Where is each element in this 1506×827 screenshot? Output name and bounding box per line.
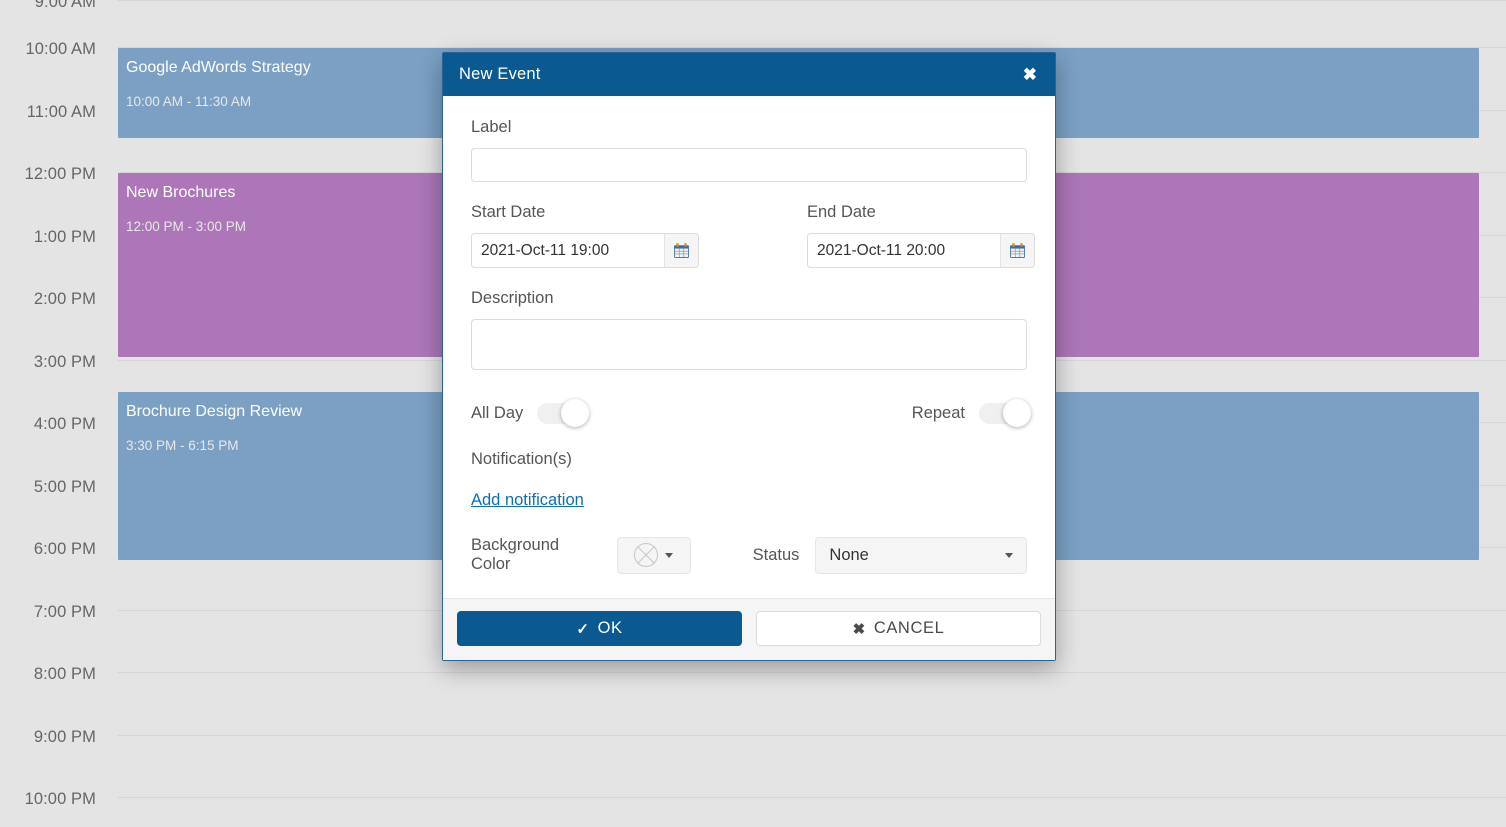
- ok-button-label: OK: [597, 619, 623, 637]
- dialog-header: New Event ✖: [443, 53, 1055, 96]
- check-icon: ✓: [576, 620, 590, 638]
- dialog-title: New Event: [459, 65, 541, 83]
- end-date-input[interactable]: [808, 234, 1000, 267]
- notifications-caption: Notification(s): [471, 450, 572, 468]
- status-select[interactable]: None: [815, 536, 1027, 574]
- description-input[interactable]: [471, 319, 1027, 370]
- chevron-down-icon: [665, 552, 674, 558]
- description-caption: Description: [471, 289, 554, 307]
- cancel-button-label: CANCEL: [873, 619, 945, 637]
- chevron-down-icon: [1005, 552, 1013, 558]
- calendar-icon[interactable]: [1000, 234, 1034, 267]
- background-color-caption: Background Color: [471, 536, 560, 573]
- start-date-group: Start Date: [471, 203, 749, 268]
- all-day-toggle[interactable]: [537, 399, 590, 427]
- repeat-caption: Repeat: [911, 403, 965, 422]
- no-color-icon: [634, 543, 659, 567]
- end-date-caption: End Date: [807, 203, 876, 221]
- dialog-body: Label Start Date 2021-Oct-11 19:00 End D…: [443, 96, 1055, 598]
- toggles-row: All Day Repeat: [471, 399, 1031, 427]
- close-icon: ✖: [852, 620, 866, 638]
- start-date-caption: Start Date: [471, 203, 546, 221]
- date-row: Start Date 2021-Oct-11 19:00 End Date 20…: [471, 203, 1035, 268]
- status-caption: Status: [752, 545, 800, 564]
- end-date-box: [807, 233, 1035, 268]
- modal-overlay: New Event ✖ Label Start Date 2021-Oct-11…: [0, 0, 1506, 827]
- start-date-box: [471, 233, 699, 268]
- repeat-toggle[interactable]: [979, 399, 1031, 427]
- end-date-group: End Date: [749, 203, 1035, 268]
- start-date-input[interactable]: [472, 234, 664, 267]
- status-value: None: [829, 545, 869, 564]
- label-input[interactable]: [471, 148, 1027, 182]
- toggle-knob: [1003, 399, 1031, 427]
- calendar-icon[interactable]: [664, 234, 698, 267]
- bottom-row: Background Color Status None: [471, 536, 1027, 574]
- label-field-caption: Label: [471, 118, 512, 136]
- cancel-button[interactable]: ✖ CANCEL: [756, 611, 1041, 646]
- all-day-caption: All Day: [471, 403, 524, 422]
- background-color-picker[interactable]: [616, 536, 691, 574]
- add-notification-link[interactable]: Add notification: [471, 491, 584, 510]
- ok-button[interactable]: ✓ OK: [457, 611, 742, 646]
- toggle-knob: [561, 399, 590, 427]
- repeat-group: Repeat: [911, 399, 1031, 427]
- all-day-group: All Day: [471, 399, 590, 427]
- dialog-footer: ✓ OK ✖ CANCEL: [443, 598, 1055, 660]
- new-event-dialog: New Event ✖ Label Start Date 2021-Oct-11…: [442, 52, 1056, 661]
- close-icon[interactable]: ✖: [1019, 64, 1041, 85]
